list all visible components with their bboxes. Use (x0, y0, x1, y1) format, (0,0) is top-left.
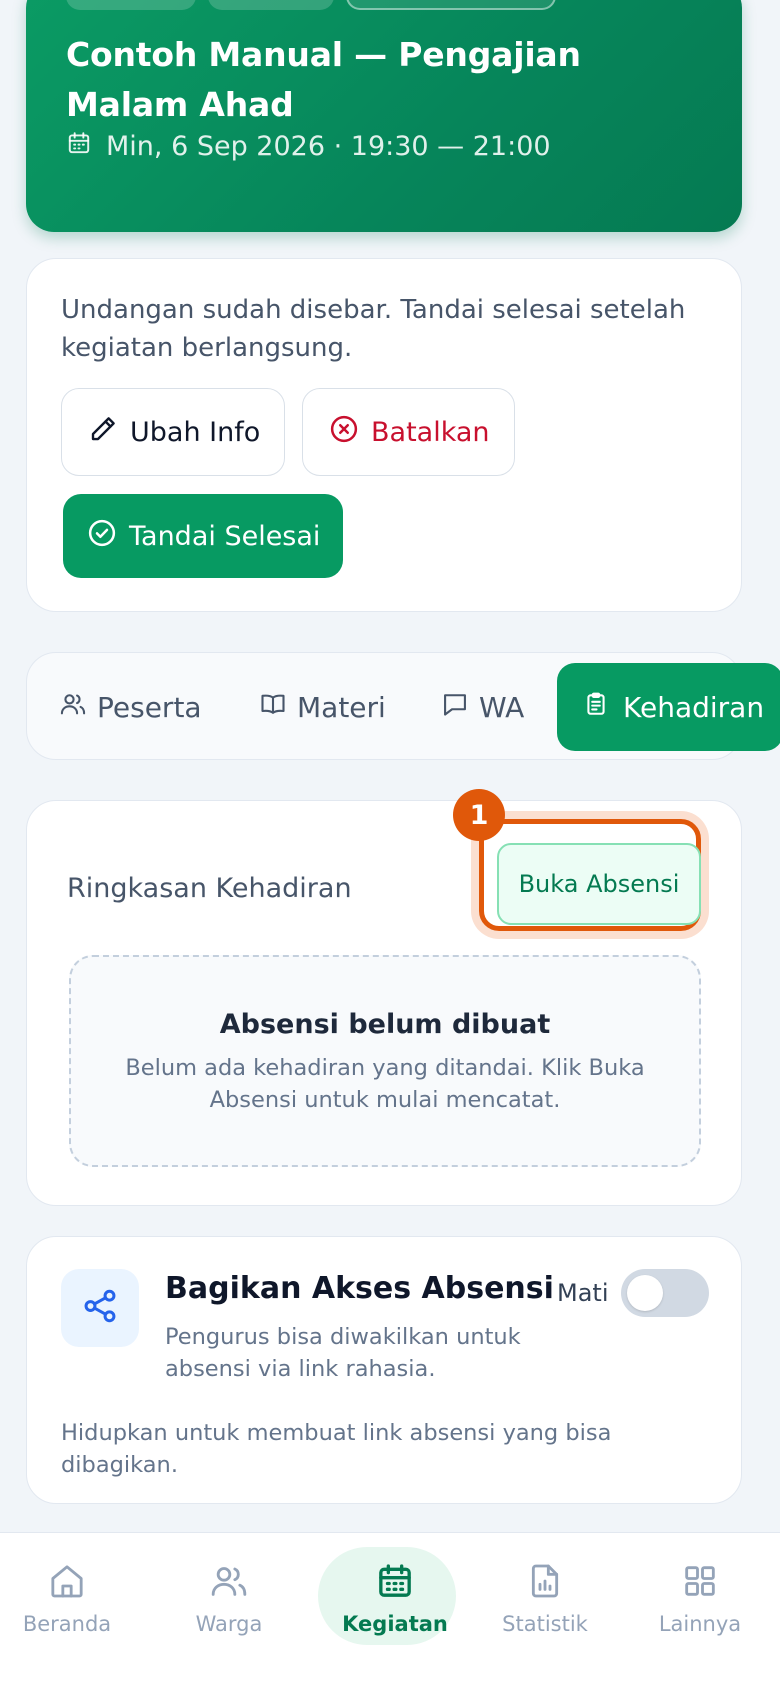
pencil-icon (88, 414, 118, 451)
people-icon (209, 1561, 249, 1606)
share-access-title: Bagikan Akses Absensi (165, 1271, 554, 1306)
event-title: Contoh Manual — Pengajian Malam Ahad (66, 35, 581, 124)
event-datetime: Min, 6 Sep 2026 · 19:30 — 21:00 (66, 130, 551, 163)
share-icon-box (61, 1269, 139, 1347)
nav-lainnya[interactable]: Lainnya (625, 1561, 775, 1636)
event-chip (66, 0, 196, 10)
tab-wa[interactable]: WA (441, 653, 524, 761)
status-card: Undangan sudah disebar. Tandai selesai s… (26, 258, 742, 612)
open-attendance-button[interactable]: Buka Absensi (497, 843, 701, 925)
attendance-summary-card: Ringkasan Kehadiran Buka Absensi 1 Absen… (26, 789, 742, 1206)
tab-peserta-label: Peserta (97, 690, 202, 724)
event-header-card: Contoh Manual — Pengajian Malam Ahad Min… (26, 0, 742, 232)
nav-statistik-label: Statistik (502, 1612, 588, 1636)
nav-warga-label: Warga (195, 1612, 263, 1636)
grid-icon (680, 1561, 720, 1606)
attendance-summary-title: Ringkasan Kehadiran (67, 873, 352, 904)
nav-kegiatan-label: Kegiatan (342, 1612, 448, 1636)
share-access-hint: Hidupkan untuk membuat link absensi yang… (61, 1420, 612, 1478)
event-datetime-text: Min, 6 Sep 2026 · 19:30 — 21:00 (106, 131, 551, 162)
cancel-event-label: Batalkan (371, 416, 490, 448)
event-chip (346, 0, 556, 10)
share-icon (81, 1287, 119, 1329)
tab-materi[interactable]: Materi (259, 653, 386, 761)
calendar-icon (66, 130, 92, 163)
status-message: Undangan sudah disebar. Tandai selesai s… (61, 295, 686, 363)
step-badge: 1 (453, 789, 505, 841)
page: Contoh Manual — Pengajian Malam Ahad Min… (0, 0, 780, 1688)
tab-kehadiran[interactable]: Kehadiran (557, 663, 780, 751)
cancel-event-button[interactable]: Batalkan (302, 388, 515, 476)
clipboard-icon (583, 691, 609, 724)
event-tabs: Peserta Materi WA Kehadiran (26, 652, 780, 761)
users-icon (59, 690, 87, 725)
mark-done-label: Tandai Selesai (129, 520, 321, 552)
nav-statistik[interactable]: Statistik (470, 1561, 620, 1636)
book-icon (259, 690, 287, 725)
share-access-subtitle: Pengurus bisa diwakilkan untuk absensi v… (165, 1324, 521, 1382)
report-icon (525, 1561, 565, 1606)
nav-lainnya-label: Lainnya (658, 1612, 742, 1636)
bottom-nav: Beranda Warga Kegiatan Statistik Lainnya (0, 1532, 780, 1688)
event-chip (208, 0, 334, 10)
share-access-card: Bagikan Akses Absensi Pengurus bisa diwa… (26, 1236, 742, 1504)
nav-beranda-label: Beranda (22, 1612, 112, 1636)
tab-kehadiran-label: Kehadiran (623, 690, 765, 724)
empty-state-description: Belum ada kehadiran yang ditandai. Klik … (125, 1055, 645, 1113)
nav-kegiatan[interactable]: Kegiatan (320, 1561, 470, 1636)
event-chips (66, 0, 556, 10)
tab-wa-label: WA (479, 690, 525, 724)
x-circle-icon (329, 414, 359, 451)
chat-icon (441, 690, 469, 725)
nav-warga[interactable]: Warga (154, 1561, 304, 1636)
empty-state-title: Absensi belum dibuat (219, 1009, 551, 1040)
toggle-state-label: Mati (557, 1279, 609, 1307)
edit-info-label: Ubah Info (130, 416, 261, 448)
nav-beranda[interactable]: Beranda (0, 1561, 142, 1636)
calendar-icon (375, 1561, 415, 1606)
check-circle-icon (87, 518, 117, 555)
edit-info-button[interactable]: Ubah Info (61, 388, 285, 476)
toggle-knob (627, 1275, 663, 1311)
home-icon (47, 1561, 87, 1606)
tab-materi-label: Materi (297, 690, 386, 724)
empty-state: Absensi belum dibuat Belum ada kehadiran… (69, 955, 701, 1167)
mark-done-button[interactable]: Tandai Selesai (63, 494, 343, 578)
share-access-toggle[interactable] (621, 1269, 709, 1317)
tab-peserta[interactable]: Peserta (59, 653, 202, 761)
